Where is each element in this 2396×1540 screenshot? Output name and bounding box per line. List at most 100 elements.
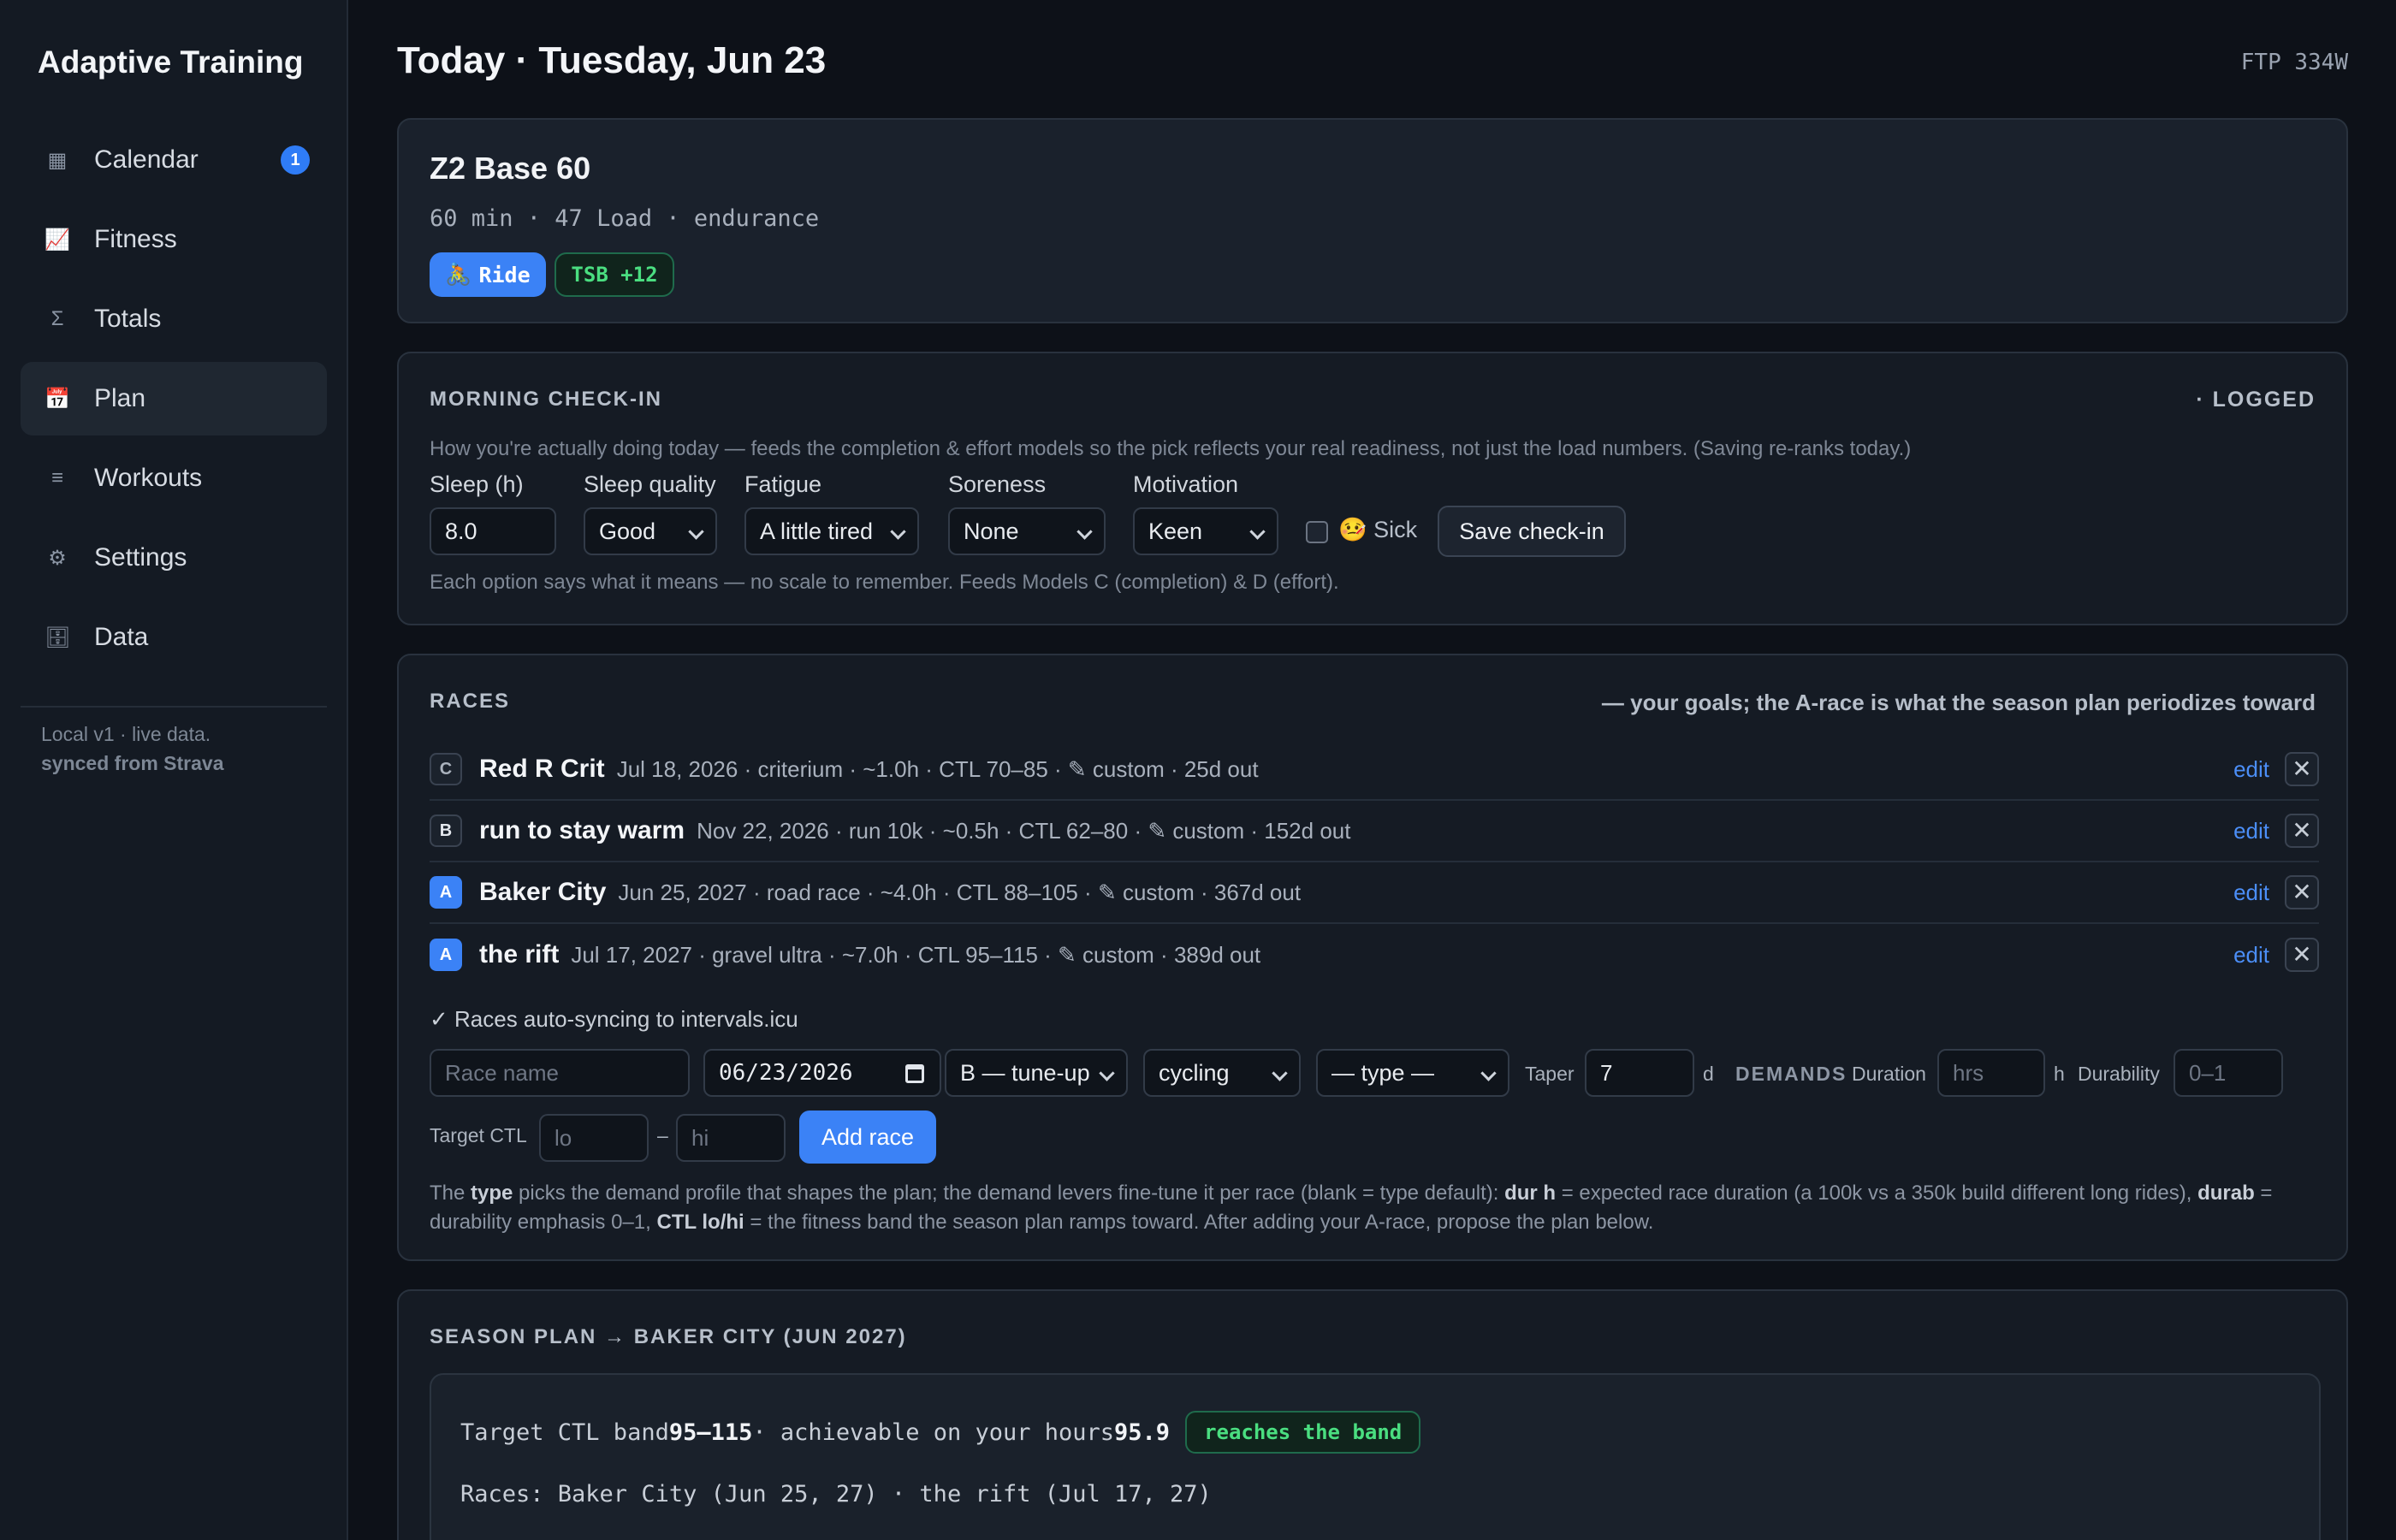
season-plan-summary: Target CTL band 95–115 · achievable on y… — [430, 1373, 2321, 1540]
placeholder-text: 0–1 — [2189, 1059, 2227, 1086]
sidebar-item-fitness[interactable]: 📈 Fitness — [21, 203, 327, 276]
edit-race-link[interactable]: edit — [2233, 880, 2269, 906]
sleep-quality-label: Sleep quality — [584, 471, 716, 497]
ride-badge: 🚴 Ride — [430, 252, 546, 297]
ctl-hi-input[interactable]: hi — [676, 1114, 786, 1162]
durability-input[interactable]: 0–1 — [2174, 1049, 2283, 1097]
range-dash: – — [657, 1124, 668, 1146]
section-heading: MORNING CHECK-IN — [430, 388, 662, 411]
sick-label: 🤒 Sick — [1338, 517, 1418, 542]
duration-unit: h — [2054, 1063, 2065, 1085]
sidebar-item-workouts[interactable]: ≡ Workouts — [21, 441, 327, 515]
section-heading: SEASON PLAN → BAKER CITY (JUN 2027) — [430, 1325, 907, 1348]
close-icon: ✕ — [2292, 941, 2312, 968]
sleep-quality-select[interactable]: Good — [584, 507, 717, 555]
delete-race-button[interactable]: ✕ — [2285, 814, 2319, 848]
fatigue-select[interactable]: A little tired — [744, 507, 919, 555]
target-ctl-label: Target CTL — [430, 1124, 527, 1146]
delete-race-button[interactable]: ✕ — [2285, 875, 2319, 909]
chart-up-icon: 📈 — [44, 228, 70, 252]
races-subheading: — your goals; the A-race is what the sea… — [1601, 690, 2316, 715]
sidebar-item-label: Calendar — [94, 145, 199, 174]
save-checkin-button[interactable]: Save check-in — [1438, 506, 1626, 557]
races-card: RACES — your goals; the A-race is what t… — [397, 654, 2348, 1261]
target-band-value: 95–115 — [668, 1419, 753, 1446]
race-row: C Red R Crit Jul 18, 2026 · criterium · … — [430, 739, 2319, 801]
race-name: Red R Crit — [479, 755, 605, 783]
achievable-ctl-value: 95.9 — [1114, 1419, 1171, 1446]
duration-input[interactable]: hrs — [1937, 1049, 2045, 1097]
sidebar-item-label: Plan — [94, 384, 146, 412]
race-detail: Nov 22, 2026 · run 10k · ~0.5h · CTL 62–… — [697, 817, 1351, 844]
season-plan-card: SEASON PLAN → BAKER CITY (JUN 2027) Targ… — [397, 1289, 2348, 1540]
edit-race-link[interactable]: edit — [2233, 756, 2269, 783]
priority-badge: B — [430, 814, 462, 847]
delete-race-button[interactable]: ✕ — [2285, 752, 2319, 786]
sick-checkbox[interactable] — [1306, 521, 1328, 543]
priority-badge: A — [430, 939, 462, 971]
duration-label: Duration — [1852, 1063, 1926, 1085]
race-name: Baker City — [479, 878, 607, 906]
sleep-hours-input[interactable]: 8.0 — [430, 507, 556, 555]
edit-race-link[interactable]: edit — [2233, 818, 2269, 844]
selected-value: Keen — [1148, 518, 1203, 544]
soreness-select[interactable]: None — [948, 507, 1106, 555]
workout-title: Z2 Base 60 — [430, 151, 591, 186]
close-icon: ✕ — [2292, 817, 2312, 844]
placeholder-text: hrs — [1953, 1059, 1984, 1086]
taper-input[interactable]: 7 — [1585, 1049, 1694, 1097]
checkin-footnote: Each option says what it means — no scal… — [430, 571, 1339, 594]
calendar-icon[interactable] — [905, 1064, 924, 1083]
date-value: 06/23/2026 — [719, 1060, 853, 1086]
sidebar-item-totals[interactable]: Σ Totals — [21, 282, 327, 356]
race-date-input[interactable]: 06/23/2026 — [703, 1049, 941, 1097]
priority-badge: C — [430, 753, 462, 785]
page-title: Today · Tuesday, Jun 23 — [397, 39, 827, 81]
races-sync-note: ✓ Races auto-syncing to intervals.icu — [430, 1006, 798, 1032]
sidebar-item-label: Settings — [94, 543, 187, 572]
checkin-description: How you're actually doing today — feeds … — [430, 437, 1912, 460]
ctl-lo-input[interactable]: lo — [539, 1114, 649, 1162]
selected-value: None — [964, 518, 1019, 544]
placeholder-text: Race name — [445, 1059, 559, 1086]
section-heading: RACES — [430, 690, 511, 713]
workout-meta: 60 min · 47 Load · endurance — [430, 205, 820, 232]
file-cabinet-icon: 🗄 — [44, 625, 71, 649]
edit-race-link[interactable]: edit — [2233, 942, 2269, 968]
sidebar-item-settings[interactable]: ⚙ Settings — [21, 521, 327, 595]
race-row: A the rift Jul 17, 2027 · gravel ultra ·… — [430, 924, 2319, 986]
race-name: run to stay warm — [479, 816, 685, 844]
race-name-input[interactable]: Race name — [430, 1049, 690, 1097]
checkin-status: · LOGGED — [2196, 388, 2316, 412]
motivation-label: Motivation — [1133, 471, 1239, 497]
sidebar-item-calendar[interactable]: ▦ Calendar 1 — [21, 123, 327, 197]
race-priority-select[interactable]: B — tune-up — [945, 1049, 1128, 1097]
reaches-band-badge: reaches the band — [1185, 1411, 1421, 1454]
delete-race-button[interactable]: ✕ — [2285, 938, 2319, 972]
sigma-icon: Σ — [50, 307, 64, 330]
race-sport-select[interactable]: cycling — [1143, 1049, 1301, 1097]
selected-value: — type — — [1331, 1059, 1435, 1086]
motivation-select[interactable]: Keen — [1133, 507, 1278, 555]
taper-unit: d — [1703, 1063, 1714, 1085]
sidebar-item-plan[interactable]: 📅 Plan — [21, 362, 327, 435]
today-workout-card[interactable]: Z2 Base 60 60 min · 47 Load · endurance … — [397, 118, 2348, 323]
taper-label: Taper — [1525, 1063, 1575, 1085]
sidebar-item-label: Totals — [94, 305, 162, 333]
races-explanation: The type picks the demand profile that s… — [430, 1182, 2273, 1234]
close-icon: ✕ — [2292, 755, 2312, 782]
sidebar-item-label: Workouts — [94, 464, 203, 492]
selected-value: A little tired — [760, 518, 874, 544]
sync-source: synced from Strava — [41, 752, 224, 774]
race-type-select[interactable]: — type — — [1316, 1049, 1509, 1097]
race-row: A Baker City Jun 25, 2027 · road race · … — [430, 862, 2319, 924]
sidebar-item-data[interactable]: 🗄 Data — [21, 601, 327, 674]
version-note: Local v1 · live data. — [41, 723, 211, 745]
bike-icon: 🚴 — [445, 262, 472, 287]
selected-value: Good — [599, 518, 656, 544]
demands-label: DEMANDS — [1735, 1063, 1847, 1085]
sleep-label: Sleep (h) — [430, 471, 524, 497]
target-band-line: Target CTL band 95–115 · achievable on y… — [460, 1411, 1421, 1454]
season-races-line: Races: Baker City (Jun 25, 27) · the rif… — [460, 1481, 1212, 1507]
add-race-button[interactable]: Add race — [799, 1111, 936, 1164]
